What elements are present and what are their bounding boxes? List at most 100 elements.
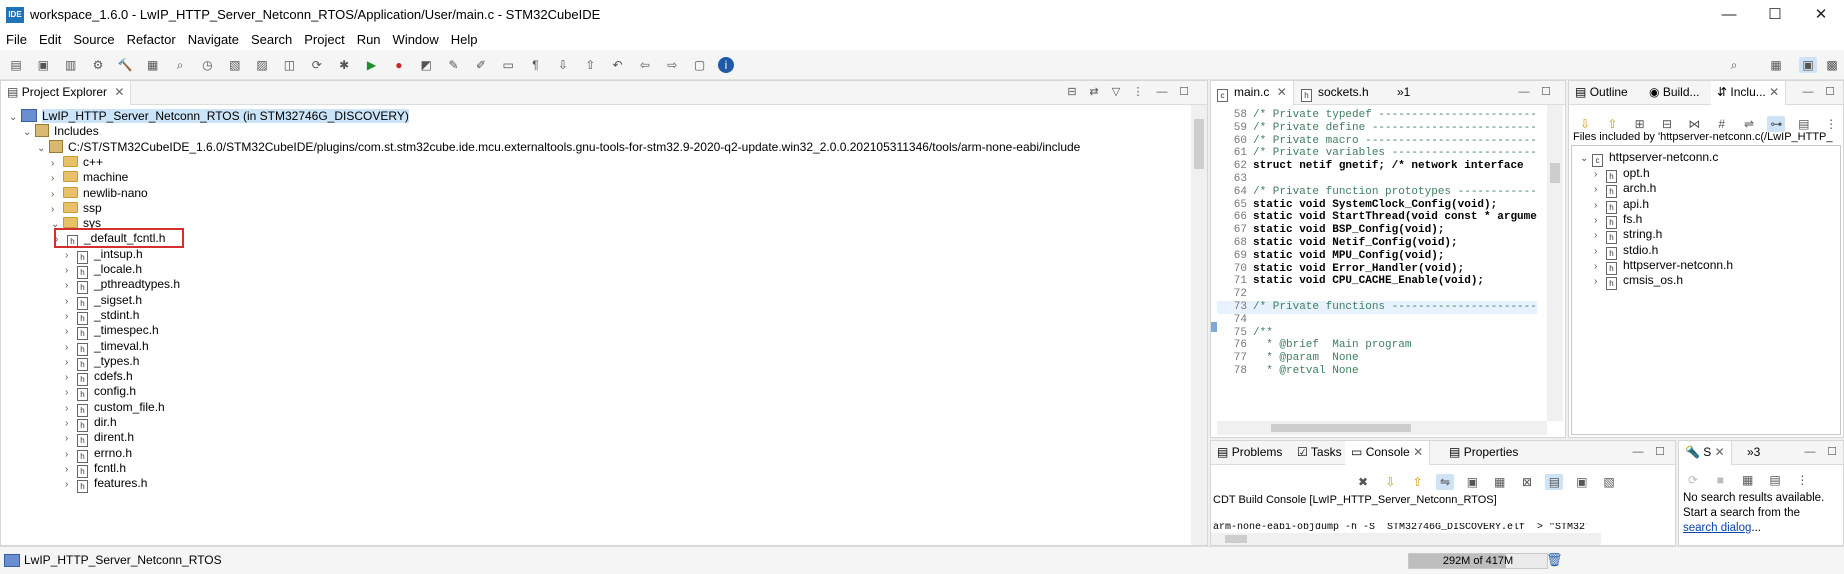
menu-source[interactable]: Source: [67, 30, 120, 50]
tab-overflow[interactable]: »1: [1391, 81, 1416, 105]
view-menu-icon[interactable]: ⋮: [1822, 116, 1840, 132]
history-icon[interactable]: ▤: [1795, 116, 1813, 132]
external-tools-icon[interactable]: ●: [390, 57, 408, 73]
menu-run[interactable]: Run: [351, 30, 387, 50]
search-tool-icon[interactable]: ⌕: [171, 57, 189, 73]
link-editor-icon[interactable]: ⇄: [1087, 85, 1101, 99]
system-includes-icon[interactable]: #: [1713, 116, 1731, 132]
heap-status[interactable]: 292M of 417M: [1408, 553, 1548, 569]
code-line[interactable]: 77 * @param None: [1217, 352, 1359, 365]
code-line[interactable]: 69 static void MPU_Config(void);: [1217, 250, 1445, 263]
pen-icon[interactable]: ✐: [472, 57, 490, 73]
new-folder-icon[interactable]: ▨: [253, 57, 271, 73]
editor-hscroll-thumb[interactable]: [1271, 424, 1411, 432]
tab-sockets-h[interactable]: h sockets.h: [1295, 81, 1375, 105]
prev-annotation-icon[interactable]: ⇧: [581, 57, 599, 73]
tab-main-c[interactable]: c main.c ✕: [1211, 81, 1294, 105]
tree-scroll-thumb[interactable]: [1194, 119, 1204, 169]
code-line[interactable]: 73 /* Private functions -----------------…: [1217, 301, 1537, 314]
code-line[interactable]: 61 /* Private variables -----------------…: [1217, 147, 1537, 160]
minimize-view-icon[interactable]: —: [1801, 85, 1815, 99]
close-icon[interactable]: ✕: [1413, 445, 1423, 459]
tab-outline[interactable]: ▤ Outline: [1569, 81, 1634, 105]
editor-scroll-thumb[interactable]: [1550, 163, 1560, 183]
minimize-view-icon[interactable]: —: [1803, 445, 1817, 459]
include-item[interactable]: › h cmsis_os.h: [1594, 271, 1683, 291]
collapse-all-icon[interactable]: ⊟: [1065, 85, 1079, 99]
include-up-icon[interactable]: ⇧: [1603, 116, 1621, 132]
info-icon[interactable]: i: [717, 57, 734, 73]
trash-icon[interactable]: 🗑: [1546, 552, 1563, 568]
last-edit-icon[interactable]: ↶: [609, 57, 627, 73]
tab-console[interactable]: ▭ Console ✕: [1345, 441, 1431, 465]
maximize-view-icon[interactable]: ☐: [1823, 85, 1837, 99]
code-line[interactable]: 65 static void SystemClock_Config(void);: [1217, 199, 1497, 212]
view-menu-icon[interactable]: ⋮: [1131, 85, 1145, 99]
code-line[interactable]: 60 /* Private macro ---------------------…: [1217, 135, 1537, 148]
code-line[interactable]: 66 static void StartThread(void const * a…: [1217, 211, 1537, 224]
close-window-button[interactable]: ✕: [1798, 0, 1844, 30]
expand-chevron-icon[interactable]: ⌄: [1580, 150, 1592, 168]
display-console-icon[interactable]: ▣: [1573, 474, 1591, 490]
code-line[interactable]: 58 /* Private typedef -------------------…: [1217, 109, 1537, 122]
word-wrap-icon[interactable]: ▦: [1491, 474, 1509, 490]
code-line[interactable]: 62 struct netif gnetif; /* network interf…: [1217, 160, 1524, 173]
menu-help[interactable]: Help: [445, 30, 484, 50]
open-console-icon[interactable]: ▧: [1600, 474, 1618, 490]
show-folders-icon[interactable]: ⊞: [1631, 116, 1649, 132]
expand-chevron-icon[interactable]: ⌄: [9, 109, 21, 127]
tab-project-explorer[interactable]: ▤ Project Explorer ✕: [1, 81, 132, 105]
debug-icon[interactable]: ✱: [335, 57, 353, 73]
next-annotation-icon[interactable]: ⇩: [554, 57, 572, 73]
active-code-icon[interactable]: ⋈: [1685, 116, 1703, 132]
expand-chevron-icon[interactable]: ⌄: [23, 124, 35, 142]
search-refresh-icon[interactable]: ⟳: [1684, 472, 1702, 488]
toggle-mark-icon[interactable]: ▭: [499, 57, 517, 73]
code-line[interactable]: 72: [1217, 288, 1253, 301]
save-all-icon[interactable]: ▥: [62, 57, 80, 73]
maximize-view-icon[interactable]: ☐: [1825, 445, 1839, 459]
view-menu-icon[interactable]: ⋮: [1793, 472, 1811, 488]
maximize-view-icon[interactable]: ☐: [1653, 445, 1667, 459]
collapse-chevron-icon[interactable]: ›: [1594, 273, 1606, 291]
collapse-icon[interactable]: ⊟: [1658, 116, 1676, 132]
console-scroll-thumb[interactable]: [1225, 535, 1247, 543]
pin-editor-icon[interactable]: ▢: [691, 57, 709, 73]
maximize-button[interactable]: ☐: [1752, 0, 1798, 30]
menu-search[interactable]: Search: [245, 30, 298, 50]
tree-include-path[interactable]: ⌄ C:/ST/STM32CubeIDE_1.6.0/STM32CubeIDE/p…: [37, 138, 1080, 156]
new-class-icon[interactable]: ◫: [280, 57, 298, 73]
tab-overflow[interactable]: »3: [1741, 441, 1766, 465]
build-icon[interactable]: 🔨: [116, 57, 134, 73]
menu-file[interactable]: File: [0, 30, 33, 50]
maximize-view-icon[interactable]: ☐: [1177, 85, 1191, 99]
scroll-lock-icon[interactable]: ⇋: [1436, 474, 1455, 490]
tree-icon[interactable]: ⊶: [1767, 116, 1786, 132]
tab-search[interactable]: 🔦 S ✕: [1679, 441, 1732, 465]
code-line[interactable]: 74: [1217, 314, 1253, 327]
search-stop-icon[interactable]: ■: [1711, 472, 1729, 488]
menu-project[interactable]: Project: [298, 30, 350, 50]
minimize-view-icon[interactable]: —: [1517, 85, 1531, 99]
editor-scrollbar-v[interactable]: [1547, 105, 1563, 421]
include-down-icon[interactable]: ⇩: [1576, 116, 1594, 132]
tab-build-analyzer[interactable]: ◉ Build...: [1643, 81, 1706, 105]
close-icon[interactable]: ✕: [1769, 85, 1779, 99]
filter-icon[interactable]: ▽: [1109, 85, 1123, 99]
search-pin-icon[interactable]: ▤: [1766, 472, 1784, 488]
back-icon[interactable]: ⇦: [636, 57, 654, 73]
pin-console-icon[interactable]: ▤: [1545, 474, 1564, 490]
binary-icon[interactable]: ▦: [144, 57, 162, 73]
code-area[interactable]: 58 /* Private typedef -------------------…: [1217, 109, 1537, 421]
tree-header-file[interactable]: › h features.h: [65, 474, 147, 494]
minimize-view-icon[interactable]: —: [1631, 445, 1645, 459]
new-icon[interactable]: ▤: [7, 57, 25, 73]
code-line[interactable]: 68 static void Netif_Config(void);: [1217, 237, 1458, 250]
code-line[interactable]: 76 * @brief Main program: [1217, 339, 1412, 352]
code-line[interactable]: 67 static void BSP_Config(void);: [1217, 224, 1445, 237]
minimize-view-icon[interactable]: —: [1155, 85, 1169, 99]
debug-perspective-icon[interactable]: ▩: [1823, 57, 1841, 73]
toolbar-search-icon[interactable]: ⌕: [1725, 57, 1743, 73]
search-dialog-link[interactable]: search dialog: [1683, 522, 1751, 534]
prev-error-icon[interactable]: ⇧: [1409, 474, 1427, 490]
